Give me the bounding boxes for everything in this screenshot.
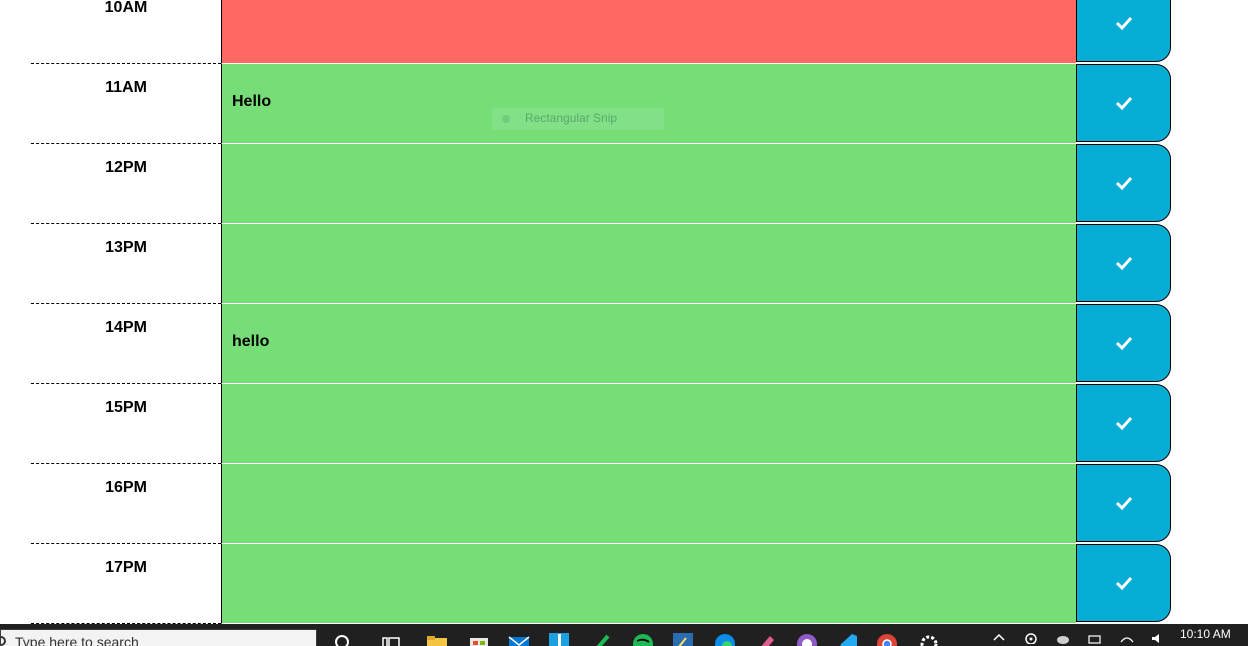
save-button[interactable] — [1076, 64, 1171, 142]
hour-cell: 15PM — [31, 384, 221, 464]
hour-cell: 17PM — [31, 544, 221, 624]
hour-label: 12PM — [105, 159, 147, 176]
time-block: 11AM Hello — [31, 64, 1171, 144]
hour-cell: 14PM — [31, 304, 221, 384]
check-icon — [1115, 16, 1133, 30]
taskbar: Type here to search 10:10 AM — [0, 624, 1248, 646]
snip-icon — [502, 115, 510, 123]
hour-label: 14PM — [105, 319, 147, 336]
save-button[interactable] — [1076, 544, 1171, 622]
hour-cell: 12PM — [31, 144, 221, 224]
description-field[interactable] — [221, 384, 1076, 464]
cloud-icon[interactable] — [1056, 630, 1070, 644]
time-block: 10AM — [31, 0, 1171, 64]
check-icon — [1115, 416, 1133, 430]
paint-icon[interactable] — [754, 632, 776, 646]
pen-icon[interactable] — [590, 632, 612, 646]
search-icon[interactable] — [332, 632, 354, 646]
description-field[interactable]: hello — [221, 304, 1076, 384]
battery-icon[interactable] — [1088, 630, 1102, 644]
task-view-icon[interactable] — [380, 632, 402, 646]
chevron-up-icon[interactable] — [992, 630, 1006, 644]
hour-label: 15PM — [105, 399, 147, 416]
check-icon — [1115, 176, 1133, 190]
hour-cell: 13PM — [31, 224, 221, 304]
chrome-icon[interactable] — [876, 632, 898, 646]
search-placeholder: Type here to search — [15, 634, 139, 646]
time-block: 15PM — [31, 384, 1171, 464]
snip-label: Rectangular Snip — [525, 111, 618, 125]
vscode-icon[interactable] — [836, 632, 858, 646]
save-button[interactable] — [1076, 0, 1171, 62]
save-button[interactable] — [1076, 304, 1171, 382]
edge-icon[interactable] — [714, 632, 736, 646]
description-field[interactable] — [221, 464, 1076, 544]
hour-label: 13PM — [105, 239, 147, 256]
time-block: 17PM — [31, 544, 1171, 624]
hour-cell: 16PM — [31, 464, 221, 544]
description-field[interactable] — [221, 224, 1076, 304]
settings-icon[interactable] — [918, 632, 940, 646]
description-text: Hello — [232, 93, 272, 110]
time-block: 13PM — [31, 224, 1171, 304]
hour-label: 10AM — [104, 0, 148, 16]
volume-icon[interactable] — [1150, 630, 1164, 644]
description-field[interactable] — [221, 144, 1076, 224]
file-explorer-icon[interactable] — [426, 632, 448, 646]
spotify-icon[interactable] — [632, 632, 654, 646]
hour-label: 16PM — [105, 479, 147, 496]
save-button[interactable] — [1076, 464, 1171, 542]
check-icon — [1115, 576, 1133, 590]
hour-label: 11AM — [105, 79, 147, 96]
time-block: 14PM hello — [31, 304, 1171, 384]
save-button[interactable] — [1076, 384, 1171, 462]
check-icon — [1115, 256, 1133, 270]
location-icon[interactable] — [1024, 630, 1038, 644]
mail-icon[interactable] — [508, 632, 530, 646]
check-icon — [1115, 496, 1133, 510]
snip-overlay: Rectangular Snip — [492, 108, 664, 130]
taskbar-clock[interactable]: 10:10 AM — [1180, 627, 1231, 641]
wifi-icon[interactable] — [1120, 630, 1134, 644]
taskbar-search-box[interactable]: Type here to search — [0, 629, 317, 646]
time-block: 12PM — [31, 144, 1171, 224]
save-button[interactable] — [1076, 224, 1171, 302]
save-button[interactable] — [1076, 144, 1171, 222]
description-text: hello — [232, 333, 270, 350]
github-icon[interactable] — [796, 632, 818, 646]
app-icon[interactable] — [548, 632, 570, 646]
time-block: 16PM — [31, 464, 1171, 544]
description-field[interactable]: Hello — [221, 64, 1076, 144]
day-scheduler: 10AM 11AM Hello 12PM 13PM 14PM hello 15P… — [0, 0, 1248, 624]
editor-icon[interactable] — [672, 632, 694, 646]
search-icon — [0, 636, 6, 646]
store-icon[interactable] — [468, 632, 490, 646]
description-field[interactable] — [221, 0, 1076, 64]
hour-cell: 10AM — [31, 0, 221, 64]
hour-cell: 11AM — [31, 64, 221, 144]
check-icon — [1115, 96, 1133, 110]
check-icon — [1115, 336, 1133, 350]
description-field[interactable] — [221, 544, 1076, 624]
hour-label: 17PM — [105, 559, 147, 576]
